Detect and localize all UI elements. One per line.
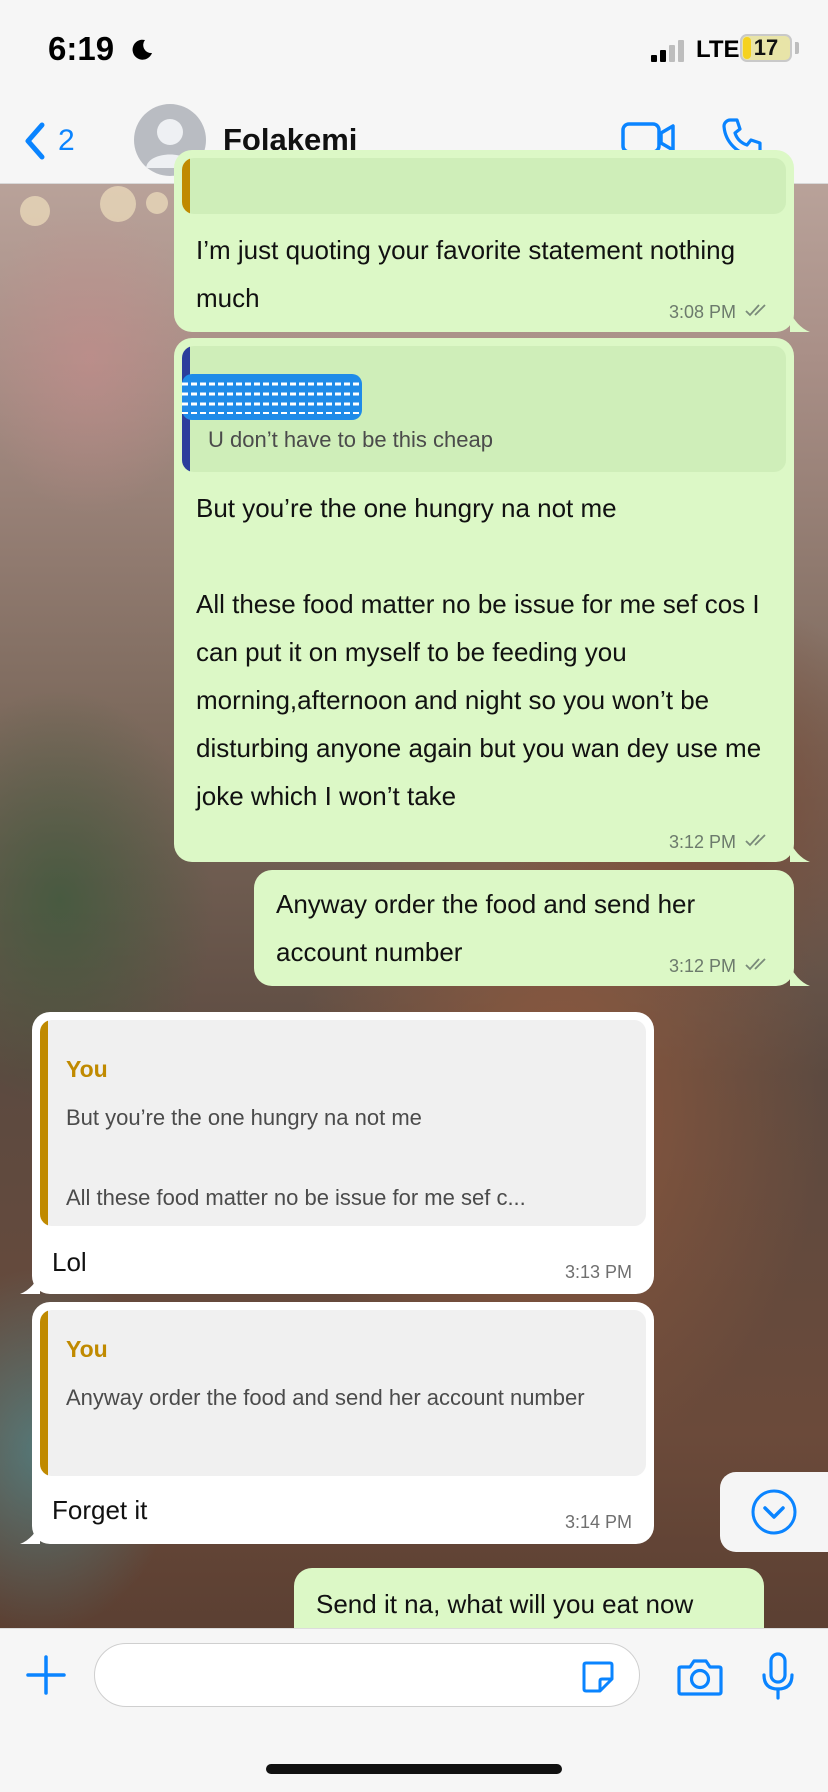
quote-bar xyxy=(40,1020,48,1226)
bubble-tail xyxy=(790,966,810,986)
message-time: 3:08 PM xyxy=(668,302,736,322)
quote-text: U don’t have to be this cheap xyxy=(208,427,493,452)
quote-bar xyxy=(182,158,190,214)
bubble-tail xyxy=(790,842,810,862)
double-check-icon xyxy=(745,958,766,971)
battery-cap xyxy=(795,42,799,54)
quoted-message[interactable] xyxy=(182,158,786,214)
camera-icon[interactable] xyxy=(676,1657,724,1697)
message-time: 3:13 PM xyxy=(564,1262,632,1282)
message-input[interactable] xyxy=(94,1643,640,1707)
message-bubble-outgoing[interactable]: U don’t have to be this cheap But you’re… xyxy=(174,338,794,862)
quote-text: Anyway order the food and send her accou… xyxy=(66,1385,585,1410)
plus-icon[interactable] xyxy=(24,1653,68,1697)
quoted-message[interactable]: U don’t have to be this cheap xyxy=(182,346,786,472)
bubble-tail xyxy=(20,1274,40,1294)
back-chevron-icon xyxy=(25,122,45,160)
double-check-icon xyxy=(745,304,766,317)
message-time: 3:12 PM xyxy=(668,956,736,976)
battery-level: 17 xyxy=(753,35,779,60)
quote-text: But you’re the one hungry na not me All … xyxy=(66,1105,526,1210)
message-bubble-outgoing[interactable]: Anyway order the food and send her accou… xyxy=(254,870,794,986)
message-bubble-outgoing[interactable]: I’m just quoting your favorite statement… xyxy=(174,150,794,332)
bubble-tail xyxy=(790,312,810,332)
signal-icon xyxy=(651,40,684,62)
chevron-down-icon xyxy=(751,1489,797,1535)
quote-author: You xyxy=(66,1336,108,1362)
sticker-icon[interactable] xyxy=(580,1659,616,1695)
home-indicator[interactable] xyxy=(266,1764,562,1774)
unread-count: 2 xyxy=(58,124,75,157)
message-text: Lol xyxy=(52,1247,87,1277)
message-bubble-incoming[interactable]: You Anyway order the food and send her a… xyxy=(32,1302,654,1544)
quote-bar xyxy=(40,1310,48,1476)
message-time: 3:12 PM xyxy=(668,832,736,852)
bubble-tail xyxy=(20,1524,40,1544)
message-time: 3:14 PM xyxy=(564,1512,632,1532)
message-text: But you’re the one hungry na not me All … xyxy=(196,493,762,811)
message-text: Send it na, what will you eat now xyxy=(316,1589,694,1619)
message-text: Forget it xyxy=(52,1495,148,1525)
quote-author: You xyxy=(66,1056,108,1082)
moon-icon xyxy=(132,39,152,60)
scroll-to-bottom-button[interactable] xyxy=(720,1472,828,1552)
message-bubble-incoming[interactable]: You But you’re the one hungry na not me … xyxy=(32,1012,654,1294)
status-time: 6:19 xyxy=(48,30,115,67)
network-type: LTE xyxy=(696,36,740,63)
quoted-message[interactable]: You Anyway order the food and send her a… xyxy=(40,1310,646,1476)
microphone-icon[interactable] xyxy=(760,1651,796,1701)
back-button[interactable]: 2 xyxy=(22,116,102,166)
blue-banner-sticker-icon xyxy=(182,374,362,420)
quoted-message[interactable]: You But you’re the one hungry na not me … xyxy=(40,1020,646,1226)
battery-indicator: 17 xyxy=(740,34,792,62)
double-check-icon xyxy=(745,834,766,847)
